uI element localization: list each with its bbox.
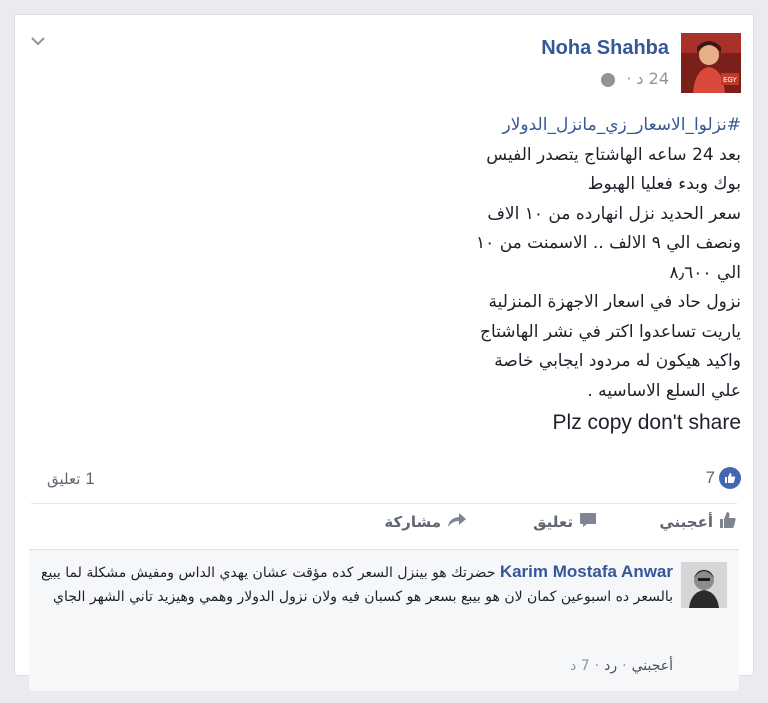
comment-label: تعليق [533, 513, 573, 531]
post-line: ونصف الي ٩ الالف .. الاسمنت من ١٠ [476, 233, 741, 253]
post-card: EGY Noha Shahba 24 د· #نزلوا_الاسعار_زي_… [14, 14, 754, 691]
commenter-avatar[interactable] [681, 562, 727, 608]
like-label: أعجبني [659, 513, 713, 531]
meta-separator: · [622, 658, 627, 674]
post-line: بعد 24 ساعه الهاشتاج يتصدر الفيس [486, 144, 741, 165]
comment-like-link[interactable]: أعجبني [632, 658, 673, 674]
commenter-name[interactable]: Karim Mostafa Anwar [500, 562, 673, 581]
post-line: ياريت تساعدوا اكتر في نشر الهاشتاج [480, 321, 741, 342]
divider [31, 503, 737, 504]
globe-icon[interactable] [601, 72, 616, 87]
author-avatar[interactable]: EGY [681, 33, 741, 93]
post-time[interactable]: 24 د [636, 69, 669, 88]
comment-meta: أعجبني·رد·7 د [570, 658, 673, 674]
svg-text:EGY: EGY [723, 76, 737, 84]
post-line: بوك وبدء فعليا الهبوط [587, 174, 741, 194]
comment-icon [573, 511, 597, 533]
post-line: واكيد هيكون له مردود ايجابي خاصة [494, 351, 741, 371]
like-button[interactable]: أعجبني [659, 511, 737, 533]
post-line: علي السلع الاساسيه . [587, 380, 741, 401]
comment-reply-link[interactable]: رد [604, 658, 617, 674]
like-count[interactable]: 7 [706, 467, 741, 489]
post-line: سعر الحديد نزل انهارده من ١٠ الاف [487, 203, 741, 224]
comment-body: Karim Mostafa Anwar حضرتك هو بينزل السعر… [33, 560, 673, 609]
post-hashtag[interactable]: #نزلوا_الاسعار_زي_مانزل_الدولار [61, 111, 742, 141]
meta-separator: · [626, 69, 632, 88]
comments-section: Karim Mostafa Anwar حضرتك هو بينزل السعر… [29, 549, 739, 691]
comment-time[interactable]: 7 د [570, 658, 590, 674]
post-meta: 24 د· [601, 69, 669, 88]
post-closing-line: Plz copy don't share [552, 411, 741, 434]
post-line: نزول حاد في اسعار الاجهزة المنزلية [488, 292, 741, 312]
thumbs-up-icon [713, 511, 737, 533]
reaction-counts: 7 1 تعليق [15, 465, 753, 495]
share-label: مشاركة [384, 513, 441, 531]
comment-count[interactable]: 1 تعليق [47, 469, 95, 489]
like-badge-icon [719, 467, 741, 489]
comment-button[interactable]: تعليق [533, 511, 597, 533]
comment-count-number: 1 [85, 469, 95, 488]
share-button[interactable]: مشاركة [384, 511, 467, 533]
post-body: #نزلوا_الاسعار_زي_مانزل_الدولار بعد 24 س… [61, 111, 741, 438]
meta-separator: · [594, 658, 600, 674]
author-name[interactable]: Noha Shahba [541, 37, 669, 60]
chevron-down-icon[interactable] [31, 33, 45, 49]
post-line: الي ٨٫٦٠٠ [669, 262, 741, 283]
like-count-number: 7 [705, 468, 715, 487]
action-bar: أعجبني تعليق مشاركة [31, 511, 737, 539]
comment-count-label: تعليق [47, 470, 81, 488]
share-icon [441, 511, 467, 533]
